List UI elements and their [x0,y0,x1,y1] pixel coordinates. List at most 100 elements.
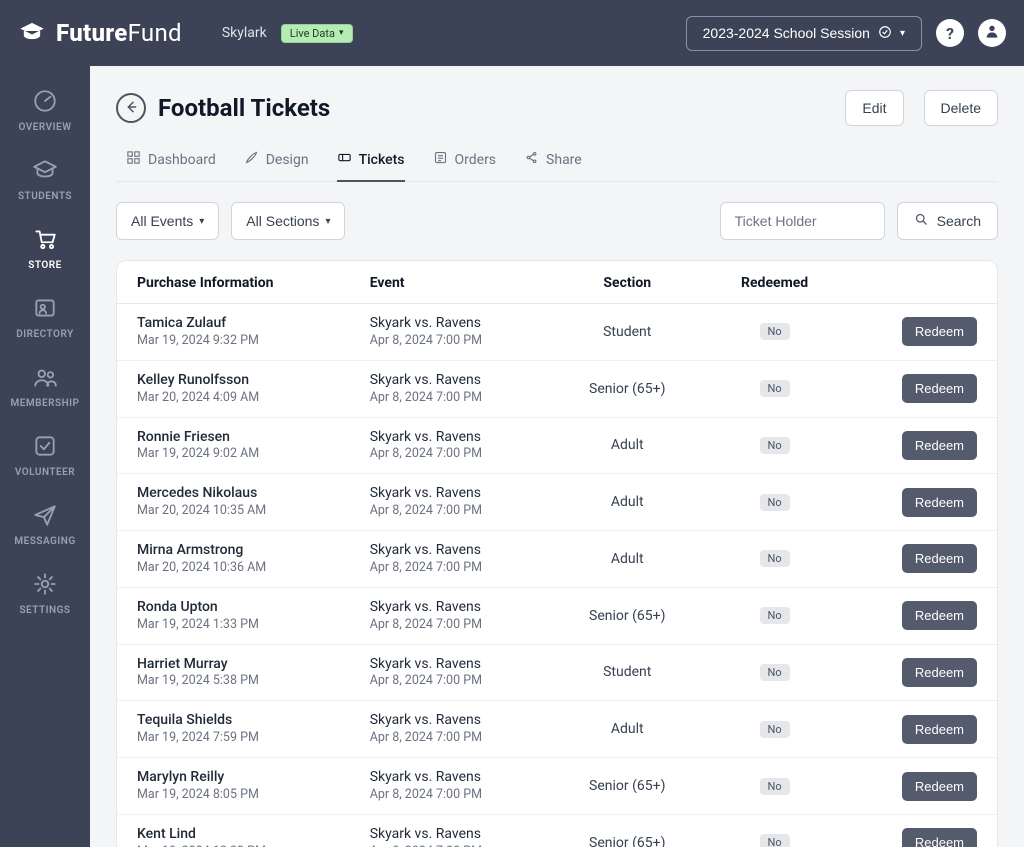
ticket-section: Student [551,304,704,361]
users-icon [0,364,90,394]
redeem-button[interactable]: Redeem [902,715,977,744]
table-row: Marylyn Reilly Mar 19, 2024 8:05 PM Skya… [117,758,997,815]
sidebar-item-label: DIRECTORY [0,329,90,340]
redeem-button[interactable]: Redeem [902,488,977,517]
purchaser-name: Ronda Upton [137,598,330,617]
event-name: Skyark vs. Ravens [370,314,531,333]
cart-icon [0,226,90,256]
event-name: Skyark vs. Ravens [370,371,531,390]
event-name: Skyark vs. Ravens [370,484,531,503]
sidebar-item-volunteer[interactable]: VOLUNTEER [0,425,90,484]
delete-button[interactable]: Delete [924,90,998,126]
edit-button[interactable]: Edit [845,90,903,126]
caret-down-icon: ▾ [325,216,330,227]
event-date: Apr 8, 2024 7:00 PM [370,503,531,520]
redeem-button[interactable]: Redeem [902,317,977,346]
purchase-date: Mar 19, 2024 9:02 AM [137,446,330,463]
redeem-button[interactable]: Redeem [902,431,977,460]
purchase-date: Mar 20, 2024 10:36 AM [137,560,330,577]
sidebar-item-membership[interactable]: MEMBERSHIP [0,356,90,415]
user-menu[interactable] [978,19,1006,47]
event-name: Skyark vs. Ravens [370,598,531,617]
redeem-button[interactable]: Redeem [902,772,977,801]
redeemed-badge: No [760,437,790,454]
caret-down-icon: ▾ [199,216,204,227]
sidebar-item-label: MESSAGING [0,536,90,547]
dashboard-icon [126,150,141,169]
filter-events[interactable]: All Events▾ [116,202,219,240]
org-name[interactable]: Skylark [222,25,267,41]
col-redeemed: Redeemed [704,261,845,304]
tab-orders[interactable]: Orders [433,144,497,182]
purchase-date: Mar 19, 2024 9:32 PM [137,333,330,350]
sidebar-item-label: MEMBERSHIP [0,398,90,409]
ticket-section: Senior (65+) [551,587,704,644]
sidebar-item-students[interactable]: STUDENTS [0,149,90,208]
col-purchase: Purchase Information [117,261,350,304]
tab-tickets[interactable]: Tickets [337,144,405,182]
redeem-button[interactable]: Redeem [902,544,977,573]
sidebar-item-label: VOLUNTEER [0,467,90,478]
checkbox-icon [0,433,90,463]
purchase-date: Mar 19, 2024 5:38 PM [137,673,330,690]
tab-dashboard[interactable]: Dashboard [126,144,216,182]
paper-plane-icon [0,502,90,532]
purchaser-name: Kent Lind [137,825,330,844]
brand-text: FutureFund [56,19,182,47]
tickets-table: Purchase Information Event Section Redee… [117,261,997,847]
col-action [845,261,997,304]
event-name: Skyark vs. Ravens [370,711,531,730]
table-row: Kent Lind Mar 19, 2024 12:32 PM Skyark v… [117,814,997,847]
sidebar-item-messaging[interactable]: MESSAGING [0,494,90,553]
ticket-section: Senior (65+) [551,758,704,815]
sidebar-item-label: STORE [0,260,90,271]
ticket-holder-input[interactable] [720,202,885,240]
sidebar-item-settings[interactable]: SETTINGS [0,563,90,622]
event-date: Apr 8, 2024 7:00 PM [370,730,531,747]
check-circle-icon [878,25,892,42]
sidebar-item-overview[interactable]: OVERVIEW [0,80,90,139]
event-date: Apr 8, 2024 7:00 PM [370,617,531,634]
purchase-date: Mar 19, 2024 1:33 PM [137,617,330,634]
event-date: Apr 8, 2024 7:00 PM [370,560,531,577]
help-button[interactable]: ? [936,19,964,47]
back-button[interactable] [116,93,146,123]
tab-label: Share [546,152,582,168]
session-selector[interactable]: 2023-2024 School Session ▾ [686,16,922,51]
sidebar-item-directory[interactable]: DIRECTORY [0,287,90,346]
graduation-cap-icon [18,20,46,46]
ticket-section: Adult [551,701,704,758]
arrow-left-icon [123,99,139,118]
sidebar-item-store[interactable]: STORE [0,218,90,277]
tab-label: Design [266,152,309,168]
page-title: Football Tickets [158,94,330,122]
ticket-section: Senior (65+) [551,814,704,847]
purchase-date: Mar 20, 2024 4:09 AM [137,390,330,407]
redeem-button[interactable]: Redeem [902,374,977,403]
caret-down-icon: ▾ [339,28,344,38]
redeemed-badge: No [760,664,790,681]
ticket-section: Adult [551,417,704,474]
filter-sections[interactable]: All Sections▾ [231,202,345,240]
sidebar-item-label: STUDENTS [0,191,90,202]
graduation-cap-icon [0,157,90,187]
tab-share[interactable]: Share [524,144,582,182]
brand-logo[interactable]: FutureFund [18,19,182,47]
top-nav: FutureFund Skylark Live Data▾ 2023-2024 … [0,0,1024,66]
purchaser-name: Marylyn Reilly [137,768,330,787]
search-icon [914,212,929,230]
live-data-badge[interactable]: Live Data▾ [281,24,353,43]
purchaser-name: Harriet Murray [137,655,330,674]
tab-design[interactable]: Design [244,144,309,182]
purchase-date: Mar 19, 2024 7:59 PM [137,730,330,747]
question-icon: ? [946,24,954,43]
sidebar: OVERVIEW STUDENTS STORE DIRECTORY MEMBER… [0,66,90,847]
ticket-section: Student [551,644,704,701]
table-row: Mercedes Nikolaus Mar 20, 2024 10:35 AM … [117,474,997,531]
tab-label: Dashboard [148,152,216,168]
redeem-button[interactable]: Redeem [902,828,977,847]
user-icon [984,23,1000,43]
redeem-button[interactable]: Redeem [902,601,977,630]
redeem-button[interactable]: Redeem [902,658,977,687]
search-button[interactable]: Search [897,202,998,240]
